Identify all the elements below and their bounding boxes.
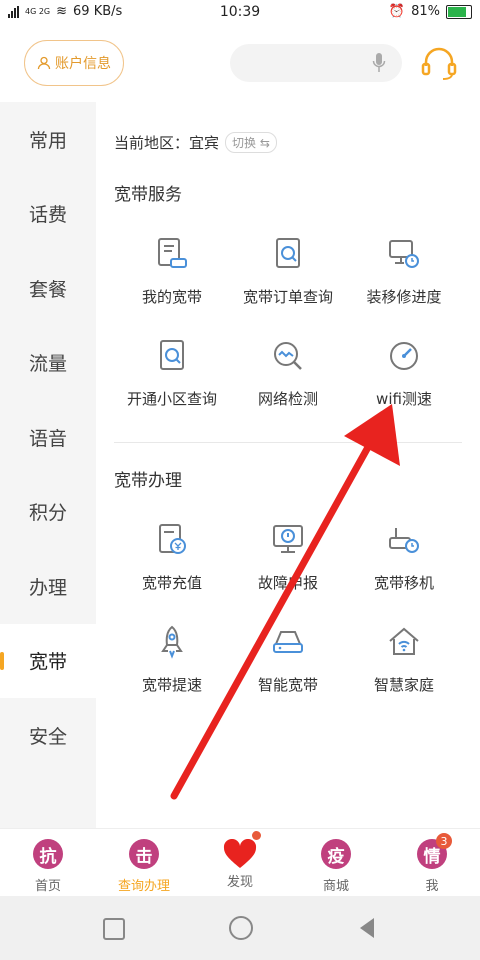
sidebar-item-data[interactable]: 流量 [0,326,96,401]
sidebar-item-common[interactable]: 常用 [0,102,96,177]
home-wifi-icon [389,627,419,655]
smart-home-item[interactable]: 智慧家庭 [346,618,462,720]
rocket-icon [161,625,183,659]
tab-discover[interactable]: 发现 [192,829,288,897]
broadband-relocation-item[interactable]: 宽带移机 [346,516,462,618]
broadband-service-grid: 我的宽带 宽带订单查询 装移修进度 开通小区查询 网络检测 wifi测速 [114,230,462,434]
router-icon [273,631,303,653]
sidebar-item-points[interactable]: 积分 [0,475,96,550]
section-title-broadband-service: 宽带服务 [114,185,182,205]
sidebar-item-voice[interactable]: 语音 [0,400,96,475]
switch-region-button[interactable]: 切换 ⇆ [225,132,277,153]
microphone-icon[interactable] [372,52,386,74]
wifi-speed-test-item[interactable]: wifi测速 [346,332,462,434]
query-tab-icon: 击 [129,839,159,869]
message-badge: 3 [436,833,452,849]
alarm-icon: ⏰ [388,4,406,19]
mall-tab-icon: 疫 [321,839,351,869]
sidebar-item-handle[interactable]: 办理 [0,549,96,624]
tab-mall[interactable]: 疫 商城 [288,829,384,897]
status-bar: 4G 2G ≋ 69 KB/s 10:39 ⏰ 81% [0,0,480,26]
account-info-button[interactable]: 账户信息 [24,40,124,86]
sidebar-item-phone-fee[interactable]: 话费 [0,177,96,252]
main-content: 当前地区：宜宾 切换 ⇆ 宽带服务 我的宽带 宽带订单查询 装移修进度 开通小区… [96,102,480,828]
doc-yen-icon [159,524,186,554]
doc-search-icon [276,238,300,268]
bottom-tab-bar: 抗 首页 击 查询办理 发现 疫 商城 情 3 我 [0,828,480,897]
magnifier-wave-icon [274,342,302,370]
current-region: 当前地区：宜宾 [114,134,220,152]
category-sidebar: 常用 话费 套餐 流量 语音 积分 办理 宽带 安全 [0,102,96,828]
account-info-label: 账户信息 [55,56,111,72]
broadband-order-query-item[interactable]: 宽带订单查询 [230,230,346,332]
router-clock-icon [389,528,419,553]
smart-broadband-item[interactable]: 智能宽带 [230,618,346,720]
header: 账户信息 [0,26,480,103]
sidebar-item-broadband[interactable]: 宽带 [0,623,96,698]
fault-report-item[interactable]: 故障申报 [230,516,346,618]
my-broadband-item[interactable]: 我的宽带 [114,230,230,332]
monitor-alert-icon [273,525,303,553]
broadband-recharge-item[interactable]: 宽带充值 [114,516,230,618]
region-row: 当前地区：宜宾 切换 ⇆ [114,132,277,153]
customer-service-icon[interactable] [420,44,458,82]
back-icon[interactable] [360,918,374,938]
monitor-clock-icon [389,240,419,268]
user-icon [37,56,51,70]
doc-router-icon [158,238,187,268]
system-nav-bar [0,896,480,960]
network-test-item[interactable]: 网络检测 [230,332,346,434]
broadband-speedup-item[interactable]: 宽带提速 [114,618,230,720]
heart-icon [223,839,257,868]
tab-me[interactable]: 情 3 我 [384,829,480,897]
sidebar-item-plan[interactable]: 套餐 [0,251,96,326]
speedometer-icon [390,342,418,370]
sidebar-item-security[interactable]: 安全 [0,698,96,773]
section-title-broadband-handle: 宽带办理 [114,471,182,491]
tab-query-handle[interactable]: 击 查询办理 [96,829,192,897]
install-repair-progress-item[interactable]: 装移修进度 [346,230,462,332]
broadband-handle-grid: 宽带充值 故障申报 宽带移机 宽带提速 智能宽带 智慧家庭 [114,516,462,720]
search-input[interactable] [230,44,402,82]
home-tab-icon: 抗 [33,839,63,869]
community-open-query-item[interactable]: 开通小区查询 [114,332,230,434]
tab-home[interactable]: 抗 首页 [0,829,96,897]
battery-icon [446,4,472,19]
home-button-icon[interactable] [229,916,253,940]
doc-search-icon [160,340,184,370]
switch-region-label: 切换 [232,136,257,150]
section-divider [114,442,462,443]
recent-apps-icon[interactable] [103,918,125,940]
notification-dot [252,831,261,840]
battery-percent: 81% [411,4,440,19]
